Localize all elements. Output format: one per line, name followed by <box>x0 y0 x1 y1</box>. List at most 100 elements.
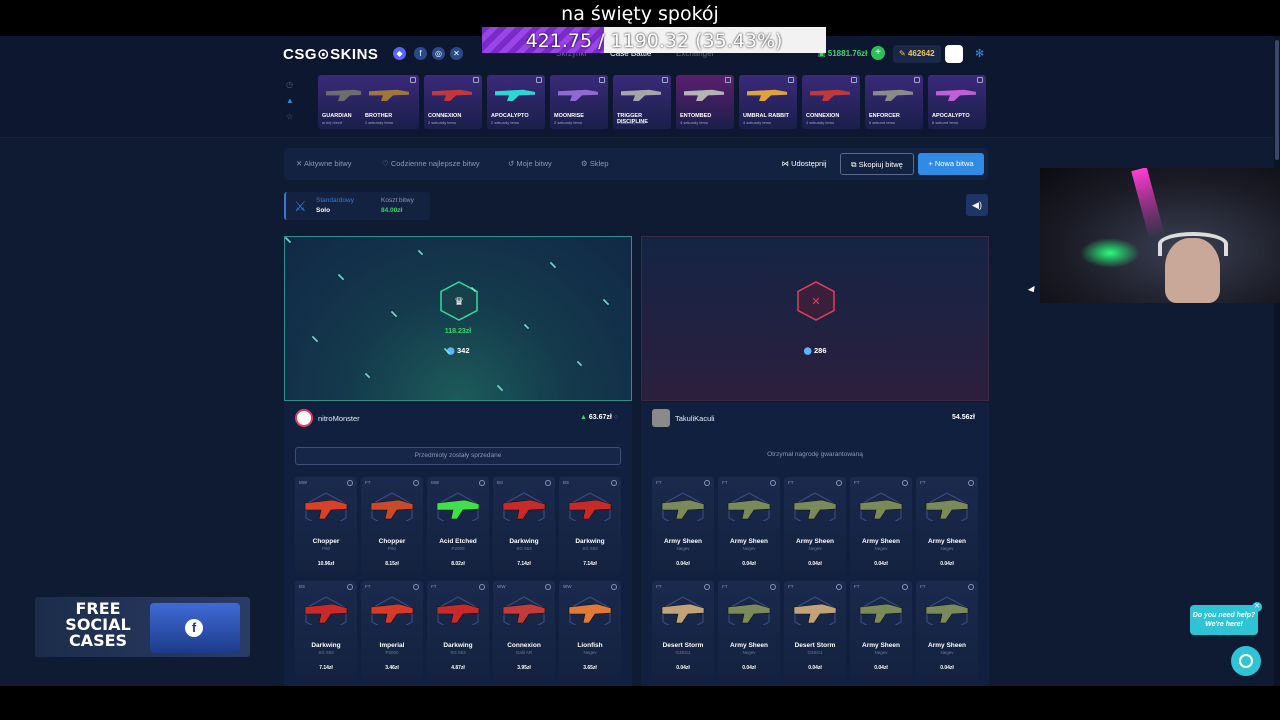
item-card[interactable]: FT Army Sheen Negev 0.04zł <box>850 581 912 679</box>
discord-icon[interactable]: ◆ <box>393 47 406 60</box>
share-button[interactable]: ⋈ Udostępnij <box>774 153 834 175</box>
page-scrollbar[interactable] <box>1274 36 1280 686</box>
chat-button[interactable] <box>1231 646 1261 676</box>
streamer-webcam <box>1040 168 1280 303</box>
tab-active-battles[interactable]: ✕ Aktywne bitwy <box>296 159 352 168</box>
select-checkbox[interactable] <box>413 584 419 590</box>
item-name: Connexion <box>507 642 541 649</box>
select-checkbox[interactable] <box>347 584 353 590</box>
drop-card[interactable]: APOCALYPTO 2 sekundy temu <box>487 75 545 129</box>
item-card[interactable]: FT Imperial P2000 3.46zł <box>361 581 423 679</box>
coin-display[interactable]: ✎ 462642 <box>893 45 941 63</box>
weapon-icon <box>661 596 705 625</box>
user-avatar[interactable] <box>945 45 963 63</box>
item-weapon: Negev <box>874 650 888 655</box>
select-checkbox[interactable] <box>347 480 353 486</box>
item-card[interactable]: FT Army Sheen Negev 0.04zł <box>718 581 780 679</box>
item-weapon: Negev <box>742 546 756 551</box>
select-checkbox[interactable] <box>545 584 551 590</box>
drop-name: ENTOMBED <box>680 113 712 119</box>
tab-shop[interactable]: ⚙ Sklep <box>581 159 609 168</box>
item-card[interactable]: FT Army Sheen Negev 0.04zł <box>784 477 846 575</box>
new-battle-button[interactable]: + Nowa bitwa <box>918 153 984 175</box>
drop-badge-icon <box>788 77 794 83</box>
facebook-icon[interactable]: f <box>414 47 427 60</box>
item-card[interactable]: WW Lionfish Negev 3.65zł <box>559 581 621 679</box>
item-card[interactable]: FT Army Sheen Negev 0.04zł <box>652 477 714 575</box>
item-card[interactable]: FT Army Sheen Negev 0.04zł <box>850 477 912 575</box>
select-checkbox[interactable] <box>479 480 485 486</box>
avatar[interactable] <box>652 409 670 427</box>
drop-time: 6 sekund temu <box>932 120 959 125</box>
item-card[interactable]: FT Army Sheen Negev 0.04zł <box>916 477 978 575</box>
free-cases-banner[interactable]: FREE SOCIAL CASES f <box>35 597 250 657</box>
drop-name: APOCALYPTO <box>932 113 970 119</box>
help-bubble[interactable]: Do you need help? We're here! <box>1190 605 1258 635</box>
close-icon[interactable]: ✕ <box>1252 602 1262 612</box>
gear-icon[interactable]: ✻ <box>975 48 987 60</box>
item-card[interactable]: BS Darkwing SG 553 7.14zł <box>295 581 357 679</box>
drop-card[interactable]: ENFORCER 6 sekund temu <box>865 75 923 129</box>
drop-card[interactable]: CONNEXION 4 sekundy temu <box>802 75 860 129</box>
player-name[interactable]: nitroMonster <box>318 414 360 423</box>
select-checkbox[interactable] <box>902 584 908 590</box>
drop-time: 2 sekundy temu <box>491 120 520 125</box>
select-checkbox[interactable] <box>836 584 842 590</box>
battle-tab-bar: ✕ Aktywne bitwy ♡ Codzienne najlepsze bi… <box>284 148 988 180</box>
select-checkbox[interactable] <box>968 480 974 486</box>
item-wear: FT <box>656 584 662 589</box>
drop-card[interactable]: TRIGGER DISCIPLINE 3 sekundy temu <box>613 75 671 129</box>
select-checkbox[interactable] <box>479 584 485 590</box>
select-checkbox[interactable] <box>902 480 908 486</box>
item-card[interactable]: BS Darkwing SG 553 7.14zł <box>493 477 555 575</box>
avatar[interactable] <box>295 409 313 427</box>
drop-card[interactable]: UMBRAL RABBIT 4 sekundy temu <box>739 75 797 129</box>
item-card[interactable]: MW Acid Etched P2000 8.02zł <box>427 477 489 575</box>
drop-card[interactable]: BROTHER 2 sekundy temu <box>361 75 419 129</box>
scrollbar-thumb[interactable] <box>1275 40 1279 160</box>
clock-icon[interactable]: ◷ <box>286 80 293 89</box>
select-checkbox[interactable] <box>545 480 551 486</box>
sound-toggle-icon[interactable]: ◀) <box>966 194 988 216</box>
instagram-icon[interactable]: ◎ <box>432 47 445 60</box>
select-checkbox[interactable] <box>704 584 710 590</box>
tab-daily-best[interactable]: ♡ Codzienne najlepsze bitwy <box>382 159 480 168</box>
drop-card[interactable]: APOCALYPTO 6 sekund temu <box>928 75 986 129</box>
tab-my-battles[interactable]: ↺ Moje bitwy <box>508 159 552 168</box>
item-card[interactable]: FT Desert Storm G3SG1 0.04zł <box>652 581 714 679</box>
drop-card[interactable]: MOONRISE 2 sekundy temu <box>550 75 608 129</box>
add-funds-icon[interactable]: + <box>871 46 885 60</box>
item-wear: FT <box>854 480 860 485</box>
select-checkbox[interactable] <box>770 480 776 486</box>
item-card[interactable]: FT Darkwing SG 553 4.87zł <box>427 581 489 679</box>
item-weapon: SG 553 <box>318 650 334 655</box>
drop-name: MOONRISE <box>554 113 584 119</box>
copy-battle-button[interactable]: ⧉ Skopiuj bitwę <box>840 153 914 175</box>
weapon-icon <box>747 89 787 101</box>
item-card[interactable]: MW Chopper P90 10.96zł <box>295 477 357 575</box>
item-card[interactable]: FT Army Sheen Negev 0.04zł <box>718 477 780 575</box>
item-price: 0.04zł <box>742 665 756 671</box>
item-price: 8.02zł <box>451 561 465 567</box>
star-icon[interactable]: ☆ <box>286 112 293 121</box>
item-card[interactable]: FT Army Sheen Negev 0.04zł <box>916 581 978 679</box>
select-checkbox[interactable] <box>836 480 842 486</box>
select-checkbox[interactable] <box>770 584 776 590</box>
select-checkbox[interactable] <box>611 584 617 590</box>
item-card[interactable]: BS Darkwing SG 553 7.14zł <box>559 477 621 575</box>
select-checkbox[interactable] <box>704 480 710 486</box>
select-checkbox[interactable] <box>413 480 419 486</box>
drop-card[interactable]: CONNEXION 2 sekundy temu <box>424 75 482 129</box>
item-card[interactable]: FT Chopper P90 8.15zł <box>361 477 423 575</box>
item-name: Chopper <box>378 538 406 545</box>
item-card[interactable]: FT Desert Storm G3SG1 0.04zł <box>784 581 846 679</box>
lose-hex-icon: ✕ <box>797 281 835 321</box>
drop-card[interactable]: ENTOMBED 4 sekundy temu <box>676 75 734 129</box>
select-checkbox[interactable] <box>611 480 617 486</box>
select-checkbox[interactable] <box>968 584 974 590</box>
x-icon[interactable]: ✕ <box>450 47 463 60</box>
item-card[interactable]: WW Connexion Galil AR 3.95zł <box>493 581 555 679</box>
site-logo[interactable]: CSG⊙SKINS <box>283 45 378 63</box>
player-name[interactable]: TakuliKaculi <box>675 414 715 423</box>
thumb-icon[interactable]: ▲ <box>286 96 294 105</box>
